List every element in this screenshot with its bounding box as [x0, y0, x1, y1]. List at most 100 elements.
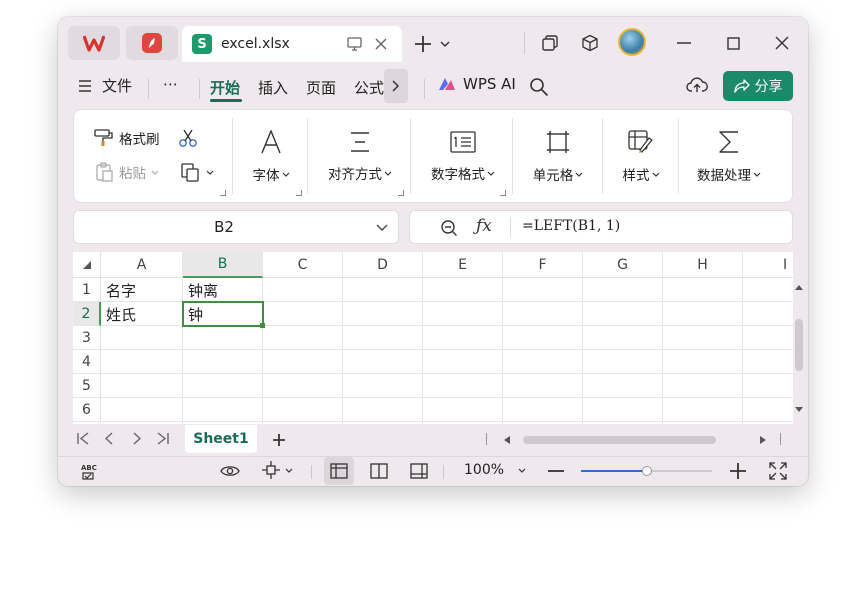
share-button[interactable]: 分享	[723, 71, 793, 101]
close-tab-icon[interactable]	[374, 37, 388, 51]
cell-a1[interactable]: 名字	[101, 278, 183, 302]
cloud-upload-icon[interactable]	[686, 76, 708, 94]
column-header-i[interactable]: I	[743, 252, 793, 278]
cell-a2[interactable]: 姓氏	[101, 302, 183, 326]
number-format-expand-icon[interactable]	[500, 190, 506, 196]
wps-home-button[interactable]	[68, 26, 120, 60]
row-header-2[interactable]: 2	[73, 302, 101, 326]
tab-insert[interactable]: 插入	[258, 77, 288, 98]
chevron-down-icon[interactable]	[206, 170, 214, 175]
close-window-icon[interactable]	[767, 28, 797, 58]
column-header-c[interactable]: C	[263, 252, 343, 278]
vertical-scroll-thumb[interactable]	[795, 319, 803, 371]
cut-icon[interactable]	[178, 128, 198, 148]
scroll-right-icon[interactable]	[760, 436, 766, 444]
format-painter-button[interactable]: 格式刷	[94, 128, 160, 148]
font-expand-icon[interactable]	[296, 190, 302, 196]
eye-protection-button[interactable]	[215, 457, 245, 485]
fill-handle[interactable]	[260, 323, 265, 328]
cube-icon[interactable]	[575, 28, 605, 58]
horizontal-scroll-thumb[interactable]	[523, 436, 716, 444]
sheet-tab-sheet1[interactable]: Sheet1	[185, 425, 257, 453]
add-sheet-icon[interactable]	[272, 433, 286, 447]
style-group-button[interactable]: 样式	[604, 110, 678, 204]
scroll-left-icon[interactable]	[504, 436, 510, 444]
tab-page[interactable]: 页面	[306, 77, 336, 98]
zoom-slider-knob[interactable]	[641, 466, 652, 476]
alignment-expand-icon[interactable]	[398, 190, 404, 196]
row-header-6[interactable]: 6	[73, 398, 101, 422]
column-header-g[interactable]: G	[583, 252, 663, 278]
monitor-icon[interactable]	[347, 37, 362, 51]
name-box[interactable]: B2	[73, 210, 399, 244]
scroll-down-icon[interactable]	[795, 407, 803, 412]
freeze-panes-button[interactable]	[262, 461, 293, 479]
column-header-f[interactable]: F	[503, 252, 583, 278]
cell-icon	[547, 131, 569, 153]
page-layout-view-button[interactable]	[364, 457, 394, 485]
last-sheet-icon[interactable]	[156, 432, 170, 445]
zoom-slider[interactable]	[581, 466, 712, 476]
cell-b1[interactable]: 钟离	[183, 278, 263, 302]
data-processing-group-button[interactable]: 数据处理	[680, 110, 778, 204]
zoom-select[interactable]: 100%	[464, 462, 526, 478]
tab-home[interactable]: 开始	[210, 77, 240, 98]
window-restore-icon[interactable]	[535, 28, 565, 58]
chevron-down-icon[interactable]	[440, 41, 450, 47]
zoom-in-icon[interactable]	[730, 463, 746, 479]
formula-input[interactable]: =LEFT(B1, 1)	[522, 218, 620, 234]
fullscreen-icon[interactable]	[769, 462, 787, 480]
zoom-value: 100%	[464, 462, 505, 478]
document-tab[interactable]: S excel.xlsx	[182, 26, 402, 62]
search-icon[interactable]	[529, 77, 549, 97]
prev-sheet-icon[interactable]	[104, 432, 114, 445]
copy-button[interactable]	[180, 162, 214, 182]
cell-group-button[interactable]: 单元格	[516, 110, 600, 204]
more-menu-button[interactable]: ⋯	[163, 75, 178, 93]
paste-icon	[96, 162, 113, 182]
vertical-scrollbar[interactable]	[792, 279, 806, 419]
chevron-down-icon[interactable]	[376, 224, 388, 232]
spell-check-button[interactable]: ABC	[74, 457, 104, 485]
zoom-formula-icon[interactable]	[440, 219, 458, 237]
pdf-app-button[interactable]	[126, 26, 178, 60]
zoom-out-icon[interactable]	[548, 470, 564, 472]
file-menu[interactable]: 文件	[78, 75, 132, 96]
column-header-a[interactable]: A	[101, 252, 183, 278]
font-group-label: 字体	[252, 168, 280, 184]
chevron-down-icon[interactable]	[285, 468, 293, 473]
user-avatar[interactable]	[618, 28, 646, 56]
menu-divider	[199, 79, 200, 99]
pdf-app-icon	[142, 33, 162, 53]
maximize-icon[interactable]	[718, 28, 748, 58]
first-sheet-icon[interactable]	[76, 432, 90, 445]
scroll-up-icon[interactable]	[795, 285, 803, 290]
normal-view-button[interactable]	[324, 457, 354, 485]
row-header-4[interactable]: 4	[73, 350, 101, 374]
scroll-split-divider[interactable]	[486, 433, 487, 445]
select-all-corner[interactable]	[73, 252, 101, 278]
number-format-group-button[interactable]: 数字格式	[414, 110, 512, 204]
column-header-e[interactable]: E	[423, 252, 503, 278]
fx-icon[interactable]: ƒx	[476, 216, 492, 236]
row-header-3[interactable]: 3	[73, 326, 101, 350]
chevron-down-icon	[282, 172, 289, 177]
wps-ai-button[interactable]: WPS AI	[437, 75, 516, 93]
share-label: 分享	[754, 79, 783, 95]
row-header-5[interactable]: 5	[73, 374, 101, 398]
column-header-d[interactable]: D	[343, 252, 423, 278]
column-header-b[interactable]: B	[183, 252, 263, 278]
tabs-scroll-right-button[interactable]	[384, 69, 408, 103]
alignment-group-button[interactable]: 对齐方式	[311, 110, 409, 204]
row-header-1[interactable]: 1	[73, 278, 101, 302]
cell-b2[interactable]: 钟	[183, 302, 263, 326]
formula-bar[interactable]: ƒx =LEFT(B1, 1)	[409, 210, 793, 244]
minimize-icon[interactable]	[669, 28, 699, 58]
tab-formula[interactable]: 公式	[354, 77, 384, 98]
column-header-h[interactable]: H	[663, 252, 743, 278]
new-tab-button[interactable]	[414, 35, 450, 53]
next-sheet-icon[interactable]	[132, 432, 142, 445]
clipboard-expand-icon[interactable]	[220, 190, 226, 196]
page-break-view-button[interactable]	[404, 457, 434, 485]
spreadsheet-grid[interactable]: A B C D E F G H I 1 2 3 4 5 6 名字 钟离 姓氏 钟	[73, 252, 793, 424]
